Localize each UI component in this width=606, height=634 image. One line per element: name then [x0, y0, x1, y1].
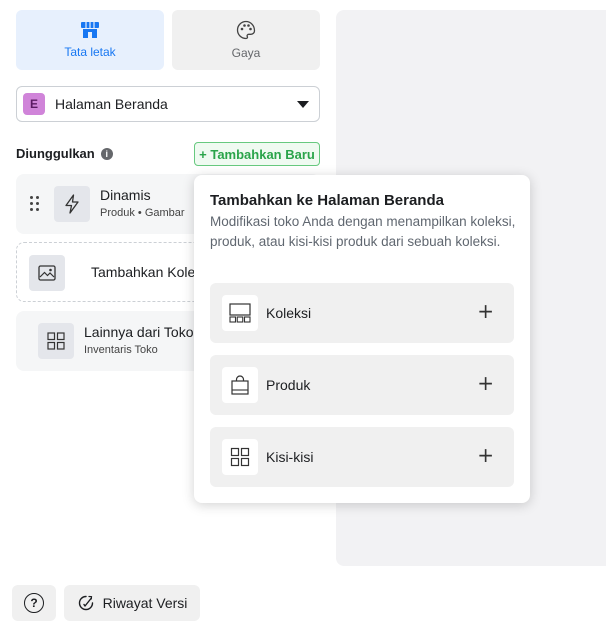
grid-icon — [222, 439, 258, 475]
plus-icon[interactable]: + — [477, 445, 494, 465]
card-subtitle: Produk • Gambar — [100, 207, 185, 219]
featured-label: Diunggulkan — [16, 146, 95, 161]
drag-handle-icon[interactable] — [30, 196, 40, 212]
history-icon — [78, 595, 93, 611]
popover-item-collection[interactable]: Koleksi + — [210, 283, 514, 343]
popover-item-product[interactable]: Produk + — [210, 355, 514, 415]
popover-title: Tambahkan ke Halaman Beranda — [210, 192, 444, 209]
popover-item-label: Produk — [266, 377, 311, 393]
page-badge: E — [23, 93, 45, 115]
card-title: Dinamis — [100, 187, 151, 203]
popover-description: Modifikasi toko Anda dengan menampilkan … — [210, 214, 516, 249]
plus-icon[interactable]: + — [477, 373, 494, 393]
add-section-popover: Tambahkan ke Halaman Beranda Modifikasi … — [194, 175, 530, 503]
shopping-bag-icon — [222, 367, 258, 403]
add-new-button[interactable]: + Tambahkan Baru — [194, 142, 320, 166]
page-select-value: Halaman Beranda — [55, 96, 168, 112]
featured-heading: Diunggulkan i — [16, 146, 113, 161]
storefront-icon — [81, 22, 99, 38]
popover-item-grid[interactable]: Kisi-kisi + — [210, 427, 514, 487]
popover-item-label: Koleksi — [266, 305, 312, 321]
chevron-down-icon — [297, 100, 309, 108]
tab-layout[interactable]: Tata letak — [16, 10, 164, 70]
version-history-button[interactable]: Riwayat Versi — [64, 585, 200, 621]
tab-style-label: Gaya — [231, 46, 261, 60]
help-button[interactable]: ? — [12, 585, 56, 621]
version-history-label: Riwayat Versi — [102, 595, 188, 611]
help-icon: ? — [24, 593, 44, 613]
card-subtitle: Inventaris Toko — [84, 344, 158, 356]
card-title: Lainnya dari Toko — [84, 324, 194, 340]
tab-layout-label: Tata letak — [64, 45, 116, 59]
page-select[interactable]: E Halaman Beranda — [16, 86, 320, 122]
card-title: Tambahkan Kole — [91, 264, 196, 280]
popover-item-label: Kisi-kisi — [266, 449, 314, 465]
tab-style[interactable]: Gaya — [172, 10, 320, 70]
palette-icon — [236, 20, 256, 40]
plus-icon[interactable]: + — [477, 301, 494, 321]
lightning-icon — [54, 186, 90, 222]
image-icon — [29, 255, 65, 291]
collection-icon — [222, 295, 258, 331]
info-icon[interactable]: i — [100, 147, 113, 160]
grid-icon — [38, 323, 74, 359]
